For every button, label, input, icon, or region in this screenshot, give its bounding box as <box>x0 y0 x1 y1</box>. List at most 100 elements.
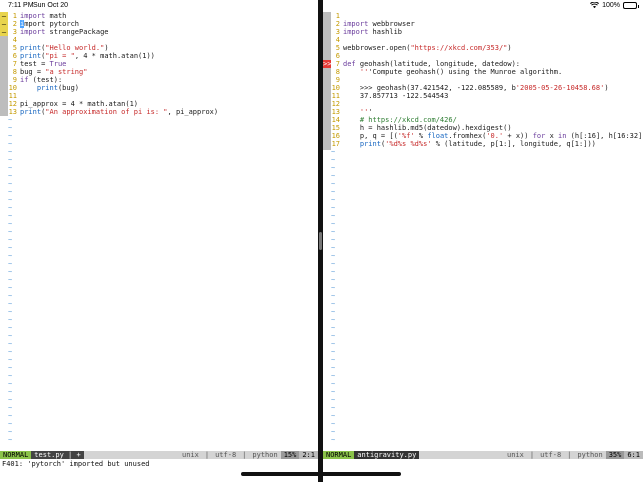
empty-line-marker: ~ <box>8 300 13 308</box>
code-line[interactable]: 17 print('%d%s %d%s' % (latitude, p[1:],… <box>331 140 643 148</box>
status-time: 7:11 PM <box>8 2 34 9</box>
line-text: import webbrowser <box>343 20 415 28</box>
code-line[interactable]: 8 '''Compute geohash() using the Munroe … <box>331 68 643 76</box>
line-text: 37.857713 -122.544543 <box>343 92 449 100</box>
line-number: 3 <box>335 28 340 36</box>
line-text: pi_approx = 4 * math.atan(1) <box>20 100 139 108</box>
empty-line-marker: ~ <box>8 436 13 444</box>
code-line[interactable]: 10 >>> geohash(37.421542, -122.085589, b… <box>331 84 643 92</box>
code-line[interactable]: 4 <box>331 36 643 44</box>
line-text: if (test): <box>20 76 63 84</box>
code-line[interactable]: 8 bug = "a string" <box>8 68 318 76</box>
line-number: 8 <box>12 68 17 76</box>
code-line[interactable]: 13 ''' <box>331 108 643 116</box>
code-line[interactable]: 6 print("pi = ", 4 * math.atan(1)) <box>8 52 318 60</box>
split-drag-handle[interactable] <box>319 232 322 250</box>
line-number: 3 <box>12 28 17 36</box>
line-number: 8 <box>335 68 340 76</box>
error-sign-icon: >> <box>323 60 332 68</box>
code-lines[interactable]: 1 2 import webbrowser 3 import hashlib 4 5 webb… <box>331 12 643 444</box>
code-line[interactable]: 7 def geohash(latitude, longitude, datedo… <box>331 60 643 68</box>
sign-column: — — — <box>0 12 8 116</box>
code-line[interactable]: 12 <box>331 100 643 108</box>
empty-line-marker: ~ <box>8 132 13 140</box>
line-text: test = True <box>20 60 67 68</box>
line-text: import strangePackage <box>20 28 109 36</box>
code-line[interactable]: 12 pi_approx = 4 * math.atan(1) <box>8 100 318 108</box>
code-line[interactable]: 9 if (test): <box>8 76 318 84</box>
empty-line-marker: ~ <box>331 428 336 436</box>
empty-line-marker: ~ <box>331 300 336 308</box>
line-number: 2 <box>12 20 17 28</box>
sign-column: >> <box>323 12 331 150</box>
code-line[interactable]: 2 import pytorch <box>8 20 318 28</box>
code-line[interactable]: 7 test = True <box>8 60 318 68</box>
cursor-position: 6:1 <box>624 451 643 459</box>
wifi-icon <box>590 2 600 9</box>
home-indicator[interactable] <box>241 472 401 476</box>
empty-line-marker: ~ <box>8 356 13 364</box>
line-text: p, q = [('%f' % float.fromhex('0.' + x))… <box>343 132 643 140</box>
empty-line-marker: ~ <box>331 380 336 388</box>
file-type: python <box>252 451 278 459</box>
empty-line-marker: ~ <box>331 348 336 356</box>
empty-line-marker: ~ <box>331 316 336 324</box>
line-number: 16 <box>331 132 340 140</box>
empty-line-marker: ~ <box>8 228 13 236</box>
empty-line-marker: ~ <box>8 116 13 124</box>
line-number: 12 <box>331 100 340 108</box>
empty-line-marker: ~ <box>331 404 336 412</box>
scroll-percent: 35% <box>605 451 625 459</box>
line-number: 15 <box>331 124 340 132</box>
line-number: 11 <box>331 92 340 100</box>
empty-line-marker: ~ <box>8 188 13 196</box>
empty-line-marker: ~ <box>8 316 13 324</box>
code-line[interactable]: 3 import strangePackage <box>8 28 318 36</box>
empty-line-marker: ~ <box>8 236 13 244</box>
empty-line-marker: ~ <box>8 204 13 212</box>
code-line[interactable]: 13 print("An approximation of pi is: ", p… <box>8 108 318 116</box>
empty-line-marker: ~ <box>331 148 336 156</box>
empty-line-marker: ~ <box>331 372 336 380</box>
empty-line-marker: ~ <box>331 332 336 340</box>
editor-pane-left[interactable]: — — — 1 import math 2 import pytorch 3 import… <box>0 12 318 451</box>
line-text: print("Hello world.") <box>20 44 109 52</box>
code-line[interactable]: 15 h = hashlib.md5(datedow).hexdigest() <box>331 124 643 132</box>
warning-sign-icon: — <box>0 28 8 36</box>
code-line[interactable]: 16 p, q = [('%f' % float.fromhex('0.' + … <box>331 132 643 140</box>
code-line[interactable]: 1 import math <box>8 12 318 20</box>
code-line[interactable]: 11 <box>8 92 318 100</box>
empty-line-marker: ~ <box>331 436 336 444</box>
code-line[interactable]: 10 print(bug) <box>8 84 318 92</box>
code-line[interactable]: 1 <box>331 12 643 20</box>
warning-sign-icon: — <box>0 12 8 20</box>
line-text: ''' <box>359 108 373 116</box>
command-line-message: F401: 'pytorch' imported but unused <box>2 460 150 468</box>
line-text: # https://xkcd.com/426/ <box>359 116 457 124</box>
empty-line-marker: ~ <box>8 148 13 156</box>
code-line[interactable]: 3 import hashlib <box>331 28 643 36</box>
status-right: 100% <box>590 2 639 9</box>
line-number: 13 <box>8 108 17 116</box>
code-line[interactable]: 14 # https://xkcd.com/426/ <box>331 116 643 124</box>
code-lines[interactable]: 1 import math 2 import pytorch 3 import stran… <box>8 12 318 444</box>
line-number: 9 <box>335 76 340 84</box>
empty-line-marker: ~ <box>331 212 336 220</box>
empty-line-marker: ~ <box>8 372 13 380</box>
code-line[interactable]: 9 <box>331 76 643 84</box>
line-number: 14 <box>331 116 340 124</box>
file-encoding: utf-8 <box>540 451 562 459</box>
empty-line-marker: ~ <box>331 276 336 284</box>
code-line[interactable]: 5 print("Hello world.") <box>8 44 318 52</box>
code-line[interactable]: 11 37.857713 -122.544543 <box>331 92 643 100</box>
file-type: python <box>577 451 603 459</box>
code-line[interactable]: 4 <box>8 36 318 44</box>
empty-line-marker: ~ <box>331 308 336 316</box>
empty-line-marker: ~ <box>8 212 13 220</box>
file-format: unix <box>182 451 199 459</box>
code-line[interactable]: 2 import webbrowser <box>331 20 643 28</box>
editor-pane-right[interactable]: >> 1 2 import webbrowser 3 import hashlib 4 5 w… <box>323 12 643 451</box>
code-line[interactable]: 5 webbrowser.open("https://xkcd.com/353/"… <box>331 44 643 52</box>
code-line[interactable]: 6 <box>331 52 643 60</box>
line-number: 7 <box>335 60 340 68</box>
